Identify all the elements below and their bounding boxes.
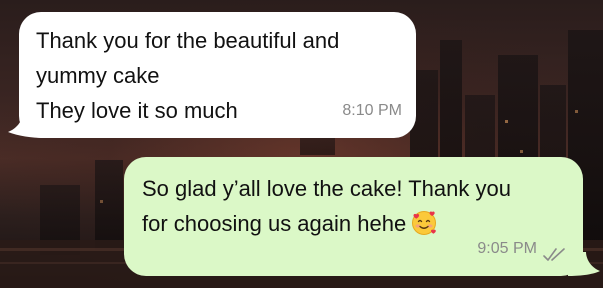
- double-check-icon: [543, 248, 565, 261]
- outgoing-message-bubble[interactable]: So glad y’all love the cake! Thank you f…: [124, 157, 583, 276]
- message-text-line: yummy cake: [36, 63, 160, 88]
- message-text-line: So glad y’all love the cake! Thank you: [142, 176, 511, 201]
- message-text-line: Thank you for the beautiful and: [36, 28, 340, 53]
- message-text: for choosing us again hehe: [142, 211, 407, 236]
- message-timestamp: 9:05 PM: [477, 240, 537, 257]
- message-timestamp: 8:10 PM: [342, 102, 402, 119]
- incoming-message-bubble[interactable]: Thank you for the beautiful and yummy ca…: [19, 12, 416, 138]
- smiling-face-with-hearts-icon: [412, 211, 437, 235]
